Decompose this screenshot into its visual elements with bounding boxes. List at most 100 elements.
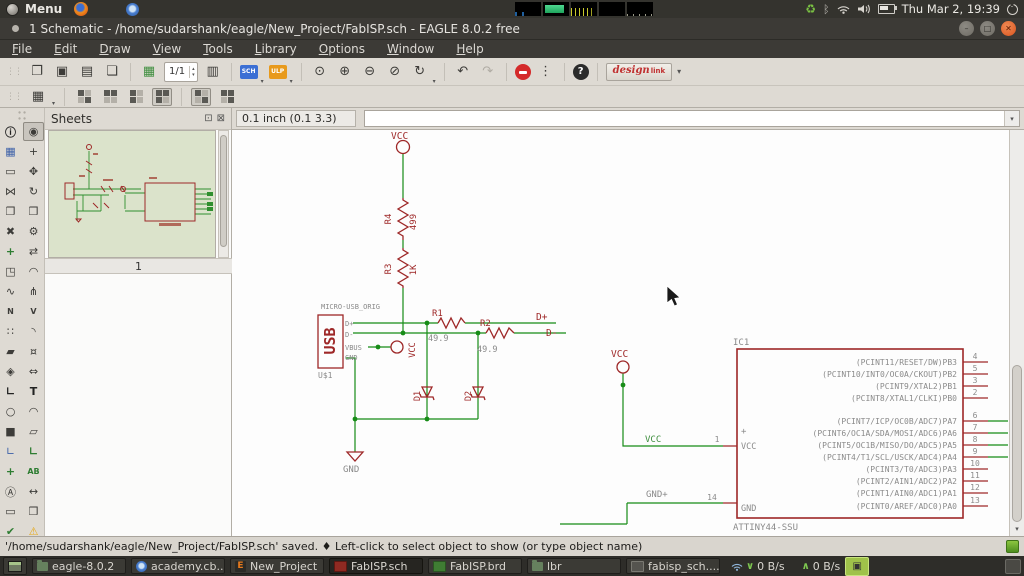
zoom-redraw-button[interactable]: ↻ [410,62,430,82]
tool-mirror[interactable]: ⋈ [0,182,21,201]
tool-split[interactable]: ∿ [0,282,21,301]
sheets-panel-header[interactable]: Sheets ⊡ ⊠ [45,108,231,130]
schematic-badge-caret[interactable]: ▾ [261,78,264,85]
task-fabisp-brd[interactable]: FabISP.brd [428,558,522,574]
system-monitor-graphs[interactable] [515,2,654,16]
dock-layout-3-button[interactable] [126,88,146,106]
save-button[interactable]: ▣ [52,62,72,82]
sheets-scrollbar[interactable] [218,130,229,258]
tool-curve[interactable]: ◝ [23,322,44,341]
sheets-close-icon[interactable]: ⊠ [217,113,225,124]
sheet-selector[interactable]: 1/1 ▴ ▾ [164,61,198,82]
net-dplus-label[interactable]: D+ [536,312,548,323]
tool-text[interactable]: T [23,382,44,401]
r3-value[interactable]: 1K [409,264,419,275]
palette-handle[interactable]: ∙∙ ∙∙ [0,109,44,123]
design-link-caret[interactable]: ▾ [677,67,681,76]
dock-layout-2-button[interactable] [100,88,120,106]
grid-settings-caret[interactable]: ▾ [52,100,55,107]
ic1-name[interactable]: IC1 [733,338,749,348]
firefox-launcher-icon[interactable] [74,2,89,16]
menu-library[interactable]: Library [255,42,297,56]
open-button[interactable]: ❐ [27,62,47,82]
tool-circle[interactable]: ○ [0,402,21,421]
menu-view[interactable]: View [153,42,181,56]
export-image-button[interactable]: ❏ [102,62,122,82]
task-eagle-folder[interactable]: eagle-8.0.2 [32,558,126,574]
d1-name[interactable]: D1 [413,391,423,401]
open-board-button[interactable]: ▦ [139,62,159,82]
menu-draw[interactable]: Draw [99,42,130,56]
tool-dimension[interactable]: ↔ [23,482,44,501]
tool-add-part[interactable]: + [0,242,21,261]
tool-polygon-mode[interactable]: ▰ [0,342,21,361]
show-desktop-button[interactable] [3,557,27,575]
tool-bus[interactable]: ∟ [0,442,21,461]
sheet-down-icon[interactable]: ▾ [192,72,195,78]
menu-file[interactable]: File [12,42,32,56]
menu-options[interactable]: Options [319,42,365,56]
tray-app-button[interactable]: ▣ [845,556,870,576]
schematic-badge-button[interactable]: SCH [239,64,258,79]
tool-wire[interactable]: ∟ [0,382,21,401]
zoom-redraw-caret[interactable]: ▾ [433,78,436,85]
help-button[interactable]: ? [572,63,589,80]
close-button[interactable]: ✕ [1001,21,1016,36]
dock-layout-4-button[interactable] [152,87,173,106]
desktop-menu-button[interactable]: Menu [25,2,62,16]
task-lbr-folder[interactable]: lbr [527,558,621,574]
menu-help[interactable]: Help [456,42,483,56]
r2-name[interactable]: R2 [480,319,491,329]
tool-paste[interactable]: ❒ [23,202,44,221]
tool-polygon[interactable]: ▱ [23,422,44,441]
stop-button[interactable] [514,63,531,80]
sheet-thumbnail[interactable] [48,130,216,258]
update-tray-icon[interactable]: ♻ [805,3,816,15]
wifi-icon[interactable] [837,4,850,14]
tool-label[interactable]: AB [23,462,44,481]
tool-value[interactable]: V [23,302,44,321]
sheets-float-icon[interactable]: ⊡ [204,113,212,124]
tool-net[interactable]: ∟ [23,442,44,461]
tool-frame-rows[interactable]: ❒ [23,502,44,521]
dock-layout-5-button[interactable] [191,87,212,106]
task-fabisp-image[interactable]: fabisp_sch.... [626,558,720,574]
menu-edit[interactable]: Edit [54,42,77,56]
r3-name[interactable]: R3 [384,264,394,275]
tool-rect[interactable]: ■ [0,422,21,441]
task-fabisp-sch[interactable]: FabISP.sch [329,558,423,574]
sheet-1-label[interactable]: 1 [45,258,232,274]
tool-move[interactable]: ✥ [23,162,44,181]
net-dminus-label[interactable]: D- [546,328,557,339]
r1-name[interactable]: R1 [432,309,443,319]
tool-junction[interactable]: + [0,462,21,481]
tool-stretch[interactable]: ⇔ [23,362,44,381]
design-link-button[interactable]: design link [605,62,673,81]
tool-name[interactable]: N [0,302,21,321]
ic1-value[interactable]: ATTINY44-SSU [733,523,798,533]
usb-symbol-label[interactable]: USB [321,327,339,354]
command-combobox[interactable]: ▾ [364,110,1020,127]
tool-frame[interactable]: ▭ [0,502,21,521]
ulp-badge-button[interactable]: ULP [268,64,287,79]
scrollbar-thumb[interactable] [1012,365,1022,522]
vcc-net-label[interactable]: VCC [645,435,661,445]
tool-miter[interactable]: ◠ [23,262,44,281]
tool-mark[interactable]: + [23,142,44,161]
zoom-fit-button[interactable]: ⊙ [310,62,330,82]
tool-smash[interactable]: ◳ [0,262,21,281]
tool-info[interactable]: ⓘ [0,122,21,141]
tool-gateswap[interactable]: ∷ [0,322,21,341]
chromium-launcher-icon[interactable] [126,2,140,16]
tool-copy[interactable]: ❐ [0,202,21,221]
undo-button[interactable]: ↶ [453,62,473,82]
zoom-in-button[interactable]: ⊕ [335,62,355,82]
dock-layout-6-button[interactable] [217,88,237,106]
schematic-canvas[interactable]: VCC R4 499 R3 1K USB VCC R1 R2 D+ D- D1 … [232,130,1024,536]
r4-name[interactable]: R4 [384,214,394,225]
task-new-project[interactable]: E New_Project [230,558,324,574]
window-titlebar[interactable]: 1 Schematic - /home/sudarshank/eagle/New… [0,18,1024,40]
tool-pinswap[interactable]: ⇄ [23,242,44,261]
command-input[interactable] [365,111,1004,126]
r2-value[interactable]: 49.9 [477,345,497,355]
